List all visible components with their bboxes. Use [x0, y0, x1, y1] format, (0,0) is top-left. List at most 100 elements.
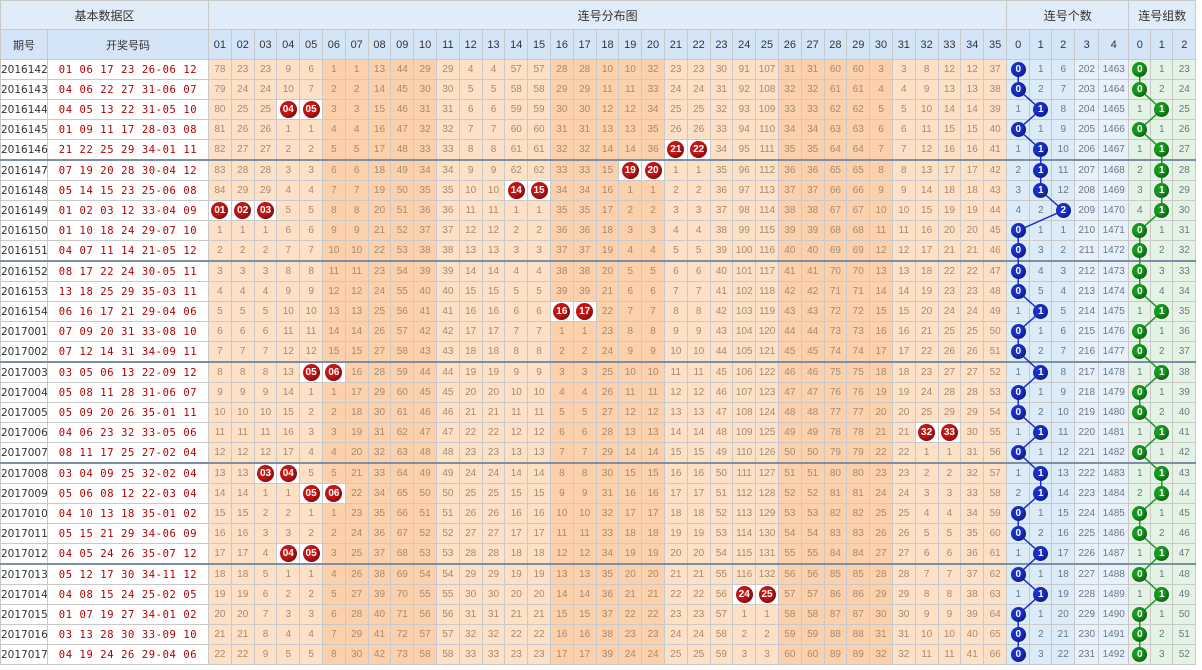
miss-count-cell: 26 [960, 341, 985, 363]
miss-count-cell: 20 [504, 584, 529, 605]
miss-count-cell: 17 [367, 139, 392, 161]
miss-count-cell: 16 [504, 503, 529, 524]
miss-count-cell: 73 [390, 644, 415, 665]
miss-count-cell: 3 [549, 361, 574, 383]
miss-count-cell: 10 [481, 180, 506, 201]
group-dot: 0 [1132, 405, 1148, 420]
miss-count-cell: 96 [732, 159, 757, 181]
miss-count-cell: 40 [983, 119, 1008, 140]
consecutive-ball: 20 [644, 162, 662, 179]
count-hit-cell: 0 [1006, 59, 1031, 80]
count-cell: 1 [1006, 139, 1031, 161]
miss-count-cell: 59 [777, 624, 802, 645]
miss-count-cell: 31 [435, 99, 460, 120]
draw-code: 05 08 11 28 31-06 07 [46, 382, 210, 403]
count-cell: 225 [1074, 523, 1100, 544]
table-row: 2017011 05 15 21 29 34-06 09 16 16 3 3 2 2 24 36 6… [0, 523, 1197, 544]
miss-count-cell: 13 [481, 240, 506, 262]
miss-count-cell: 32 [595, 503, 620, 524]
miss-count-cell: 59 [504, 99, 529, 120]
group-hit-cell: 0 [1128, 341, 1152, 363]
miss-count-cell: 20 [937, 220, 962, 241]
group-cell: 1 [1128, 584, 1152, 605]
group-cell: 1 [1150, 604, 1174, 625]
miss-count-cell: 19 [960, 200, 985, 221]
group-cell: 36 [1172, 321, 1197, 342]
miss-count-cell: 50 [413, 483, 437, 504]
miss-count-cell: 7 [322, 180, 346, 201]
count-cell: 224 [1074, 503, 1100, 524]
miss-count-cell: 19 [344, 422, 369, 443]
miss-count-cell: 4 [344, 119, 369, 140]
miss-count-cell: 83 [846, 523, 871, 544]
miss-count-cell: 6 [527, 301, 551, 322]
miss-count-cell: 34 [777, 119, 802, 140]
miss-count-cell: 5 [641, 260, 665, 282]
miss-count-cell: 6 [572, 422, 597, 443]
miss-count-cell: 28 [344, 604, 369, 625]
miss-count-cell: 19 [458, 361, 483, 383]
miss-count-cell: 39 [367, 584, 392, 605]
table-row: 2017009 05 06 08 12 22-03 04 14 14 1 1 05 06 22 3… [0, 483, 1197, 504]
miss-count-cell: 5 [299, 200, 323, 221]
miss-count-cell: 11 [618, 382, 643, 403]
miss-count-cell: 40 [367, 604, 392, 625]
miss-count-cell: 40 [777, 240, 802, 262]
miss-count-cell: 20 [663, 543, 688, 565]
miss-count-cell: 31 [458, 604, 483, 625]
miss-count-cell: 11 [686, 361, 711, 383]
miss-count-cell: 38 [983, 79, 1008, 100]
miss-count-cell: 111 [755, 139, 779, 161]
miss-count-cell: 48 [983, 281, 1008, 302]
draw-code: 05 12 17 30 34-11 12 [46, 563, 210, 585]
miss-count-cell: 35 [641, 119, 665, 140]
consecutive-hit-cell: 06 [322, 361, 346, 383]
consecutive-ball: 06 [325, 364, 343, 381]
miss-count-cell: 10 [937, 624, 962, 645]
number-col-header-22: 22 [686, 29, 711, 60]
group-hit-cell: 0 [1128, 503, 1152, 524]
miss-count-cell: 11 [937, 644, 962, 665]
count-cell: 15 [1051, 503, 1076, 524]
miss-count-cell: 130 [755, 523, 779, 544]
miss-count-cell: 19 [891, 382, 916, 403]
group-dot: 0 [1132, 627, 1148, 642]
miss-count-cell: 41 [413, 301, 437, 322]
miss-count-cell: 52 [800, 483, 825, 504]
miss-count-cell: 1 [322, 382, 346, 403]
miss-count-cell: 18 [914, 260, 939, 282]
draw-code: 01 07 19 27 34-01 02 [46, 604, 210, 625]
miss-count-cell: 116 [755, 240, 779, 262]
miss-count-cell: 16 [891, 321, 916, 342]
miss-count-cell: 20 [960, 220, 985, 241]
miss-count-cell: 35 [777, 139, 802, 161]
consecutive-hit-cell: 25 [755, 584, 779, 605]
draw-code: 01 02 03 12 33-04 09 [46, 200, 210, 221]
miss-count-cell: 2 [914, 462, 939, 484]
miss-count-cell: 1 [299, 382, 323, 403]
miss-count-cell: 8 [572, 462, 597, 484]
miss-count-cell: 14 [937, 99, 962, 120]
miss-count-cell: 28 [458, 543, 483, 565]
miss-count-cell: 35 [549, 200, 574, 221]
miss-count-cell: 5 [322, 139, 346, 161]
number-col-header-06: 06 [322, 29, 346, 60]
miss-count-cell: 16 [549, 624, 574, 645]
group-cell: 51 [1172, 624, 1197, 645]
count-cell: 1486 [1098, 523, 1130, 544]
issue-number: 2016149 [0, 200, 48, 221]
miss-count-cell: 72 [846, 301, 871, 322]
miss-count-cell: 79 [208, 79, 232, 100]
miss-count-cell: 36 [777, 159, 802, 181]
group-cell: 47 [1172, 543, 1197, 565]
miss-count-cell: 2 [732, 624, 757, 645]
miss-count-cell: 12 [458, 220, 483, 241]
miss-count-cell: 22 [937, 260, 962, 282]
miss-count-cell: 13 [344, 301, 369, 322]
miss-count-cell: 12 [914, 139, 939, 161]
miss-count-cell: 24 [686, 624, 711, 645]
count-hit-cell: 0 [1006, 240, 1031, 262]
miss-count-cell: 65 [823, 159, 848, 181]
group-hit-cell: 1 [1150, 462, 1174, 484]
miss-count-cell: 25 [663, 99, 688, 120]
